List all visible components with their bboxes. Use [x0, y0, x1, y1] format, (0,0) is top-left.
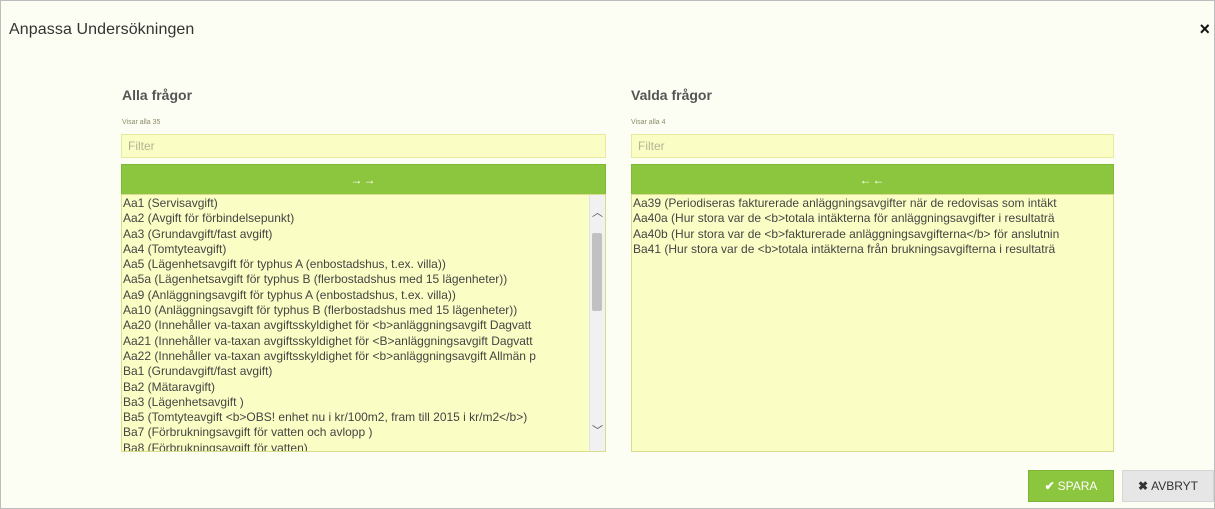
list-item[interactable]: Ba2 (Mätaravgift) [122, 380, 589, 395]
all-questions-list[interactable]: Aa1 (Servisavgift) Aa2 (Avgift för förbin… [121, 194, 606, 452]
cancel-button-label: AVBRYT [1151, 479, 1198, 493]
list-item[interactable]: Ba7 (Förbrukningsavgift för vatten och a… [122, 425, 589, 440]
chevron-up-icon[interactable]: ︿ [590, 205, 605, 222]
selected-questions-items: Aa39 (Periodiseras fakturerade anläggnin… [632, 196, 1113, 257]
all-questions-scrollbar[interactable]: ︿ ﹀ [589, 195, 605, 451]
all-questions-filter-input[interactable] [121, 134, 606, 158]
list-item[interactable]: Aa22 (Innehåller va-taxan avgiftsskyldig… [122, 349, 589, 364]
selected-questions-filter-input[interactable] [631, 134, 1114, 158]
check-icon: ✔ [1044, 479, 1055, 493]
list-item[interactable]: Aa3 (Grundavgift/fast avgift) [122, 227, 589, 242]
cancel-button[interactable]: ✖ AVBRYT [1122, 470, 1214, 502]
list-item[interactable]: Ba5 (Tomtyteavgift <b>OBS! enhet nu i kr… [122, 410, 589, 425]
list-item[interactable]: Aa21 (Innehåller va-taxan avgiftsskyldig… [122, 334, 589, 349]
remove-all-button[interactable]: ←← [631, 164, 1114, 195]
list-item[interactable]: Aa5a (Lägenhetsavgift för typhus B (fler… [122, 272, 589, 287]
selected-questions-heading: Valda frågor [631, 87, 712, 103]
arrow-left-icon: ←← [859, 172, 886, 187]
list-item[interactable]: Aa10 (Anläggningsavgift för typhus B (fl… [122, 303, 589, 318]
list-item[interactable]: Aa1 (Servisavgift) [122, 196, 589, 211]
all-questions-heading: Alla frågor [122, 87, 193, 103]
all-questions-items: Aa1 (Servisavgift) Aa2 (Avgift för förbin… [122, 196, 589, 451]
chevron-down-icon[interactable]: ﹀ [590, 423, 605, 440]
list-item[interactable]: Ba3 (Lägenhetsavgift ) [122, 395, 589, 410]
add-all-button[interactable]: →→ [121, 164, 606, 195]
dialog-title: Anpassa Undersökningen [9, 21, 195, 38]
selected-questions-list[interactable]: Aa39 (Periodiseras fakturerade anläggnin… [631, 194, 1114, 452]
all-questions-count: Visar alla 35 [122, 119, 161, 126]
save-button-label: SPARA [1057, 479, 1098, 493]
list-item[interactable]: Aa5 (Lägenhetsavgift för typhus A (enbos… [122, 257, 589, 272]
arrow-right-icon: →→ [350, 172, 377, 187]
close-icon[interactable]: × [1199, 19, 1210, 39]
selected-questions-count: Visar alla 4 [631, 119, 666, 126]
list-item[interactable]: Ba1 (Grundavgift/fast avgift) [122, 364, 589, 379]
list-item[interactable]: Aa2 (Avgift för förbindelsepunkt) [122, 211, 589, 226]
list-item[interactable]: Aa40a (Hur stora var de <b>totala intäkt… [632, 211, 1113, 226]
save-button[interactable]: ✔ SPARA [1028, 470, 1114, 502]
close-icon: ✖ [1138, 479, 1149, 493]
list-item[interactable]: Aa20 (Innehåller va-taxan avgiftsskyldig… [122, 318, 589, 333]
list-item[interactable]: Aa9 (Anläggningsavgift för typhus A (enb… [122, 288, 589, 303]
customize-survey-dialog: Anpassa Undersökningen × Alla frågor Vis… [0, 0, 1215, 509]
list-item[interactable]: Aa40b (Hur stora var de <b>fakturerade a… [632, 227, 1113, 242]
scrollbar-thumb[interactable] [592, 233, 602, 311]
list-item[interactable]: Aa39 (Periodiseras fakturerade anläggnin… [632, 196, 1113, 211]
list-item[interactable]: Ba41 (Hur stora var de <b>totala intäkte… [632, 242, 1113, 257]
list-item[interactable]: Ba8 (Förbrukningsavgift för vatten) [122, 441, 589, 451]
list-item[interactable]: Aa4 (Tomtyteavgift) [122, 242, 589, 257]
